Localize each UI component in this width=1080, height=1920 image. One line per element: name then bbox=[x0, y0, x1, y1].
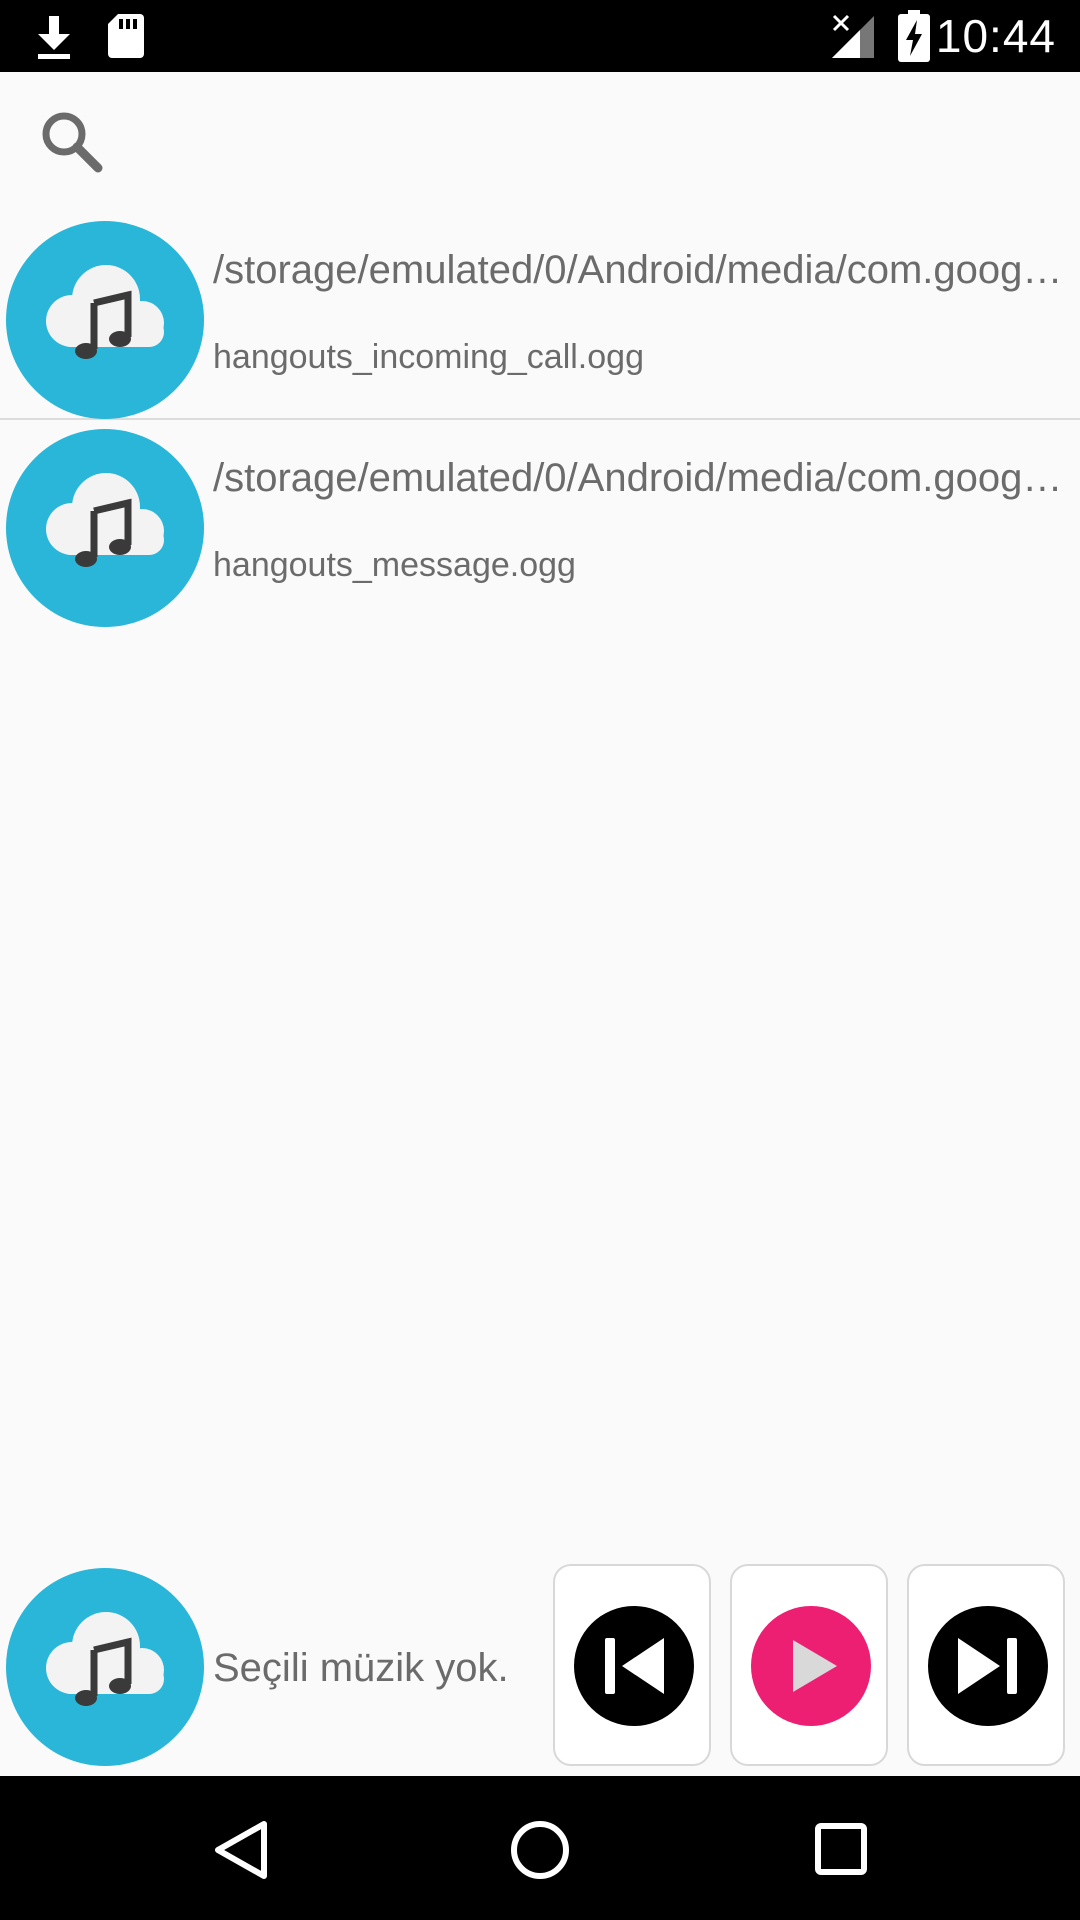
clock: 10:44 bbox=[935, 10, 1056, 62]
track-row[interactable]: /storage/emulated/0/Android/media/com.go… bbox=[0, 420, 1080, 627]
track-path: /storage/emulated/0/Android/media/com.go… bbox=[213, 248, 1065, 292]
play-button[interactable] bbox=[730, 1564, 888, 1766]
player-bar: Seçili müzik yok. bbox=[0, 1560, 1080, 1780]
battery-charging-icon bbox=[898, 10, 930, 62]
back-icon[interactable] bbox=[212, 1820, 270, 1880]
cloud-music-icon bbox=[6, 429, 204, 627]
status-bar: 10:44 bbox=[0, 0, 1080, 72]
search-icon bbox=[42, 112, 103, 173]
signal-off-icon bbox=[832, 14, 874, 58]
next-icon bbox=[928, 1606, 1048, 1726]
now-playing-label: Seçili müzik yok. bbox=[213, 1646, 509, 1690]
track-list: /storage/emulated/0/Android/media/com.go… bbox=[0, 212, 1080, 627]
sd-card-icon bbox=[108, 14, 144, 58]
track-filename: hangouts_message.ogg bbox=[213, 546, 576, 584]
download-icon bbox=[38, 16, 70, 59]
previous-icon bbox=[574, 1606, 694, 1726]
search-button[interactable] bbox=[30, 100, 114, 184]
track-row[interactable]: /storage/emulated/0/Android/media/com.go… bbox=[0, 212, 1080, 420]
home-icon[interactable] bbox=[510, 1820, 570, 1880]
track-filename: hangouts_incoming_call.ogg bbox=[213, 338, 644, 376]
previous-button[interactable] bbox=[553, 1564, 711, 1766]
track-path: /storage/emulated/0/Android/media/com.go… bbox=[213, 456, 1065, 500]
recents-icon[interactable] bbox=[814, 1822, 868, 1876]
play-icon bbox=[751, 1606, 871, 1726]
next-button[interactable] bbox=[907, 1564, 1065, 1766]
cloud-music-icon bbox=[6, 221, 204, 419]
cloud-music-icon bbox=[6, 1568, 204, 1766]
navigation-bar bbox=[0, 1776, 1080, 1920]
